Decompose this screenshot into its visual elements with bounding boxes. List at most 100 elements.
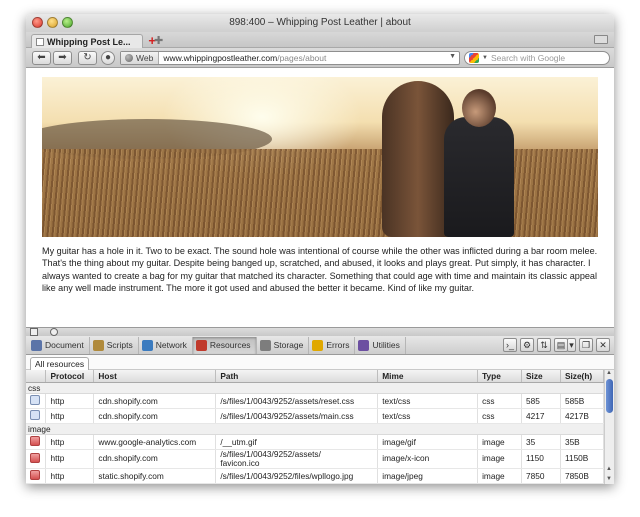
search-field[interactable]: ▼ Search with Google	[464, 51, 610, 65]
devtools-panel: Document Scripts Network Resources Storage Er…	[26, 327, 614, 484]
all-resources-filter[interactable]: All resources	[30, 357, 90, 370]
devtools-tab-document[interactable]: Document	[28, 336, 90, 354]
column-header-type[interactable]: Type	[477, 370, 523, 383]
column-header-path[interactable]: Path	[215, 370, 379, 383]
devtools-tab-errors[interactable]: Errors	[309, 336, 356, 354]
stop-icon[interactable]: ●	[101, 51, 115, 65]
group-label: image	[26, 423, 604, 435]
table-row[interactable]: http www.google-analytics.com/__utm.gif im…	[26, 434, 605, 450]
browser-window: 898:400 – Whipping Post Leather | about …	[26, 14, 614, 484]
keyboard-icon[interactable]	[594, 35, 608, 44]
devtools-tab-label: Utilities	[372, 340, 400, 350]
cell-host: cdn.shopify.com	[93, 393, 217, 409]
devtools-tab-scripts[interactable]: Scripts	[90, 336, 139, 354]
cell-protocol: http	[45, 434, 95, 450]
table-row[interactable]: http static.shopify.com/s/files/1/0043/92…	[26, 468, 605, 484]
cell-type: image	[477, 434, 523, 450]
scroll-down-icon[interactable]: ▼	[606, 476, 612, 482]
tab-bar: Whipping Post Le... + ✚	[26, 32, 614, 48]
cell-type: image	[477, 468, 523, 484]
split-button[interactable]: ⇅	[537, 338, 551, 352]
cell-type: css	[477, 393, 523, 409]
cell-mime: image/jpeg	[377, 468, 479, 484]
page-content: My guitar has a hole in it. Two to be ex…	[26, 69, 614, 327]
cell-sizeh: 585B	[560, 393, 605, 409]
cell-host: cdn.shopify.com	[93, 449, 217, 469]
console-button[interactable]: ›_	[503, 338, 517, 352]
reload-button[interactable]: ↻	[78, 51, 97, 65]
zoom-window-icon[interactable]	[62, 17, 73, 28]
column-header-mime[interactable]: Mime	[377, 370, 479, 383]
scroll-up-icon[interactable]: ▲	[606, 370, 612, 376]
cell-mime: text/css	[377, 408, 479, 424]
inspect-icon[interactable]	[50, 328, 58, 336]
new-tab-icon[interactable]: ✚	[154, 34, 163, 47]
cell-host: cdn.shopify.com	[93, 408, 217, 424]
resources-icon	[195, 339, 207, 351]
identity-chip[interactable]: Web	[121, 52, 160, 64]
errors-icon	[312, 339, 324, 351]
cell-sizeh: 35B	[560, 434, 605, 450]
devtools-tab-label: Network	[155, 340, 187, 350]
url-path: /pages/about	[277, 53, 327, 63]
cell-protocol: http	[45, 408, 95, 424]
cell-type: image	[477, 449, 523, 469]
close-devtools-button[interactable]: ✕	[596, 338, 610, 352]
scrollbar-thumb[interactable]	[606, 379, 613, 413]
browser-tab[interactable]: Whipping Post Le... +	[31, 34, 156, 48]
resources-table: Protocol Host Path Mime Type Size Size(h) css ht…	[26, 370, 605, 484]
table-row[interactable]: http cdn.shopify.com/s/files/1/0043/9252/…	[26, 408, 605, 424]
group-row: css	[26, 382, 604, 394]
address-bar[interactable]: Web www.whippingpostleather.com/pages/ab…	[120, 51, 460, 65]
forward-button[interactable]: ➡	[53, 51, 72, 65]
chevron-down-icon[interactable]: ▼	[482, 55, 488, 61]
minimize-window-icon[interactable]	[47, 17, 58, 28]
cell-mime: image/gif	[377, 434, 479, 450]
devtools-tab-network[interactable]: Network	[139, 336, 193, 354]
detach-button[interactable]: ❐	[579, 338, 593, 352]
cell-type: css	[477, 408, 523, 424]
devtools-tab-utilities[interactable]: Utilities	[355, 336, 406, 354]
cell-protocol: http	[45, 449, 95, 469]
column-header-size[interactable]: Size	[521, 370, 561, 383]
devtools-tab-label: Resources	[209, 340, 251, 350]
cell-path: /s/files/1/0043/9252/assets/main.css	[215, 408, 379, 424]
close-window-icon[interactable]	[32, 17, 43, 28]
cell-protocol: http	[45, 468, 95, 484]
devtools-toolbar-buttons: ›_ ⚙ ⇅ ▤ ▾ ❐ ✕	[503, 338, 610, 352]
cell-mime: text/css	[377, 393, 479, 409]
devtools-tab-label: Storage	[273, 340, 304, 350]
devtools-tab-label: Errors	[326, 340, 350, 350]
cell-sizeh: 1150B	[560, 449, 605, 469]
layout-button[interactable]: ▤	[554, 338, 568, 352]
devtools-tab-storage[interactable]: Storage	[257, 336, 310, 354]
scroll-up-icon[interactable]: ▲	[606, 466, 612, 472]
about-paragraph: My guitar has a hole in it. Two to be ex…	[42, 246, 598, 294]
devtools-tab-resources[interactable]: Resources	[192, 336, 257, 354]
image-file-icon	[30, 469, 40, 480]
column-header-sizeh[interactable]: Size(h)	[560, 370, 605, 383]
table-row[interactable]: http cdn.shopify.com/s/files/1/0043/9252/…	[26, 393, 605, 409]
title-bar: 898:400 – Whipping Post Leather | about	[26, 14, 614, 32]
globe-icon	[125, 54, 133, 62]
group-row: image	[26, 423, 604, 435]
identity-chip-label: Web	[136, 53, 154, 63]
layout-menu-button[interactable]: ▾	[567, 338, 576, 352]
cell-protocol: http	[45, 393, 95, 409]
cell-path: /s/files/1/0043/9252/assets/reset.css	[215, 393, 379, 409]
filter-bar: All resources	[26, 355, 614, 370]
css-file-icon	[30, 394, 40, 405]
table-row[interactable]: http cdn.shopify.com/s/files/1/0043/9252/…	[26, 449, 605, 469]
image-file-icon	[30, 435, 40, 446]
url-text[interactable]: www.whippingpostleather.com/pages/about	[159, 53, 326, 63]
settings-button[interactable]: ⚙	[520, 338, 534, 352]
back-button[interactable]: ⬅	[32, 51, 51, 65]
scrollbar[interactable]: ▲ ▲ ▼	[604, 370, 614, 484]
column-header-host[interactable]: Host	[93, 370, 217, 383]
chevron-down-icon[interactable]: ▼	[449, 53, 456, 60]
cell-size: 1150	[521, 449, 561, 469]
column-header-protocol[interactable]: Protocol	[45, 370, 95, 383]
css-file-icon	[30, 409, 40, 420]
favicon-icon	[36, 37, 44, 46]
dock-icon[interactable]	[30, 328, 38, 336]
